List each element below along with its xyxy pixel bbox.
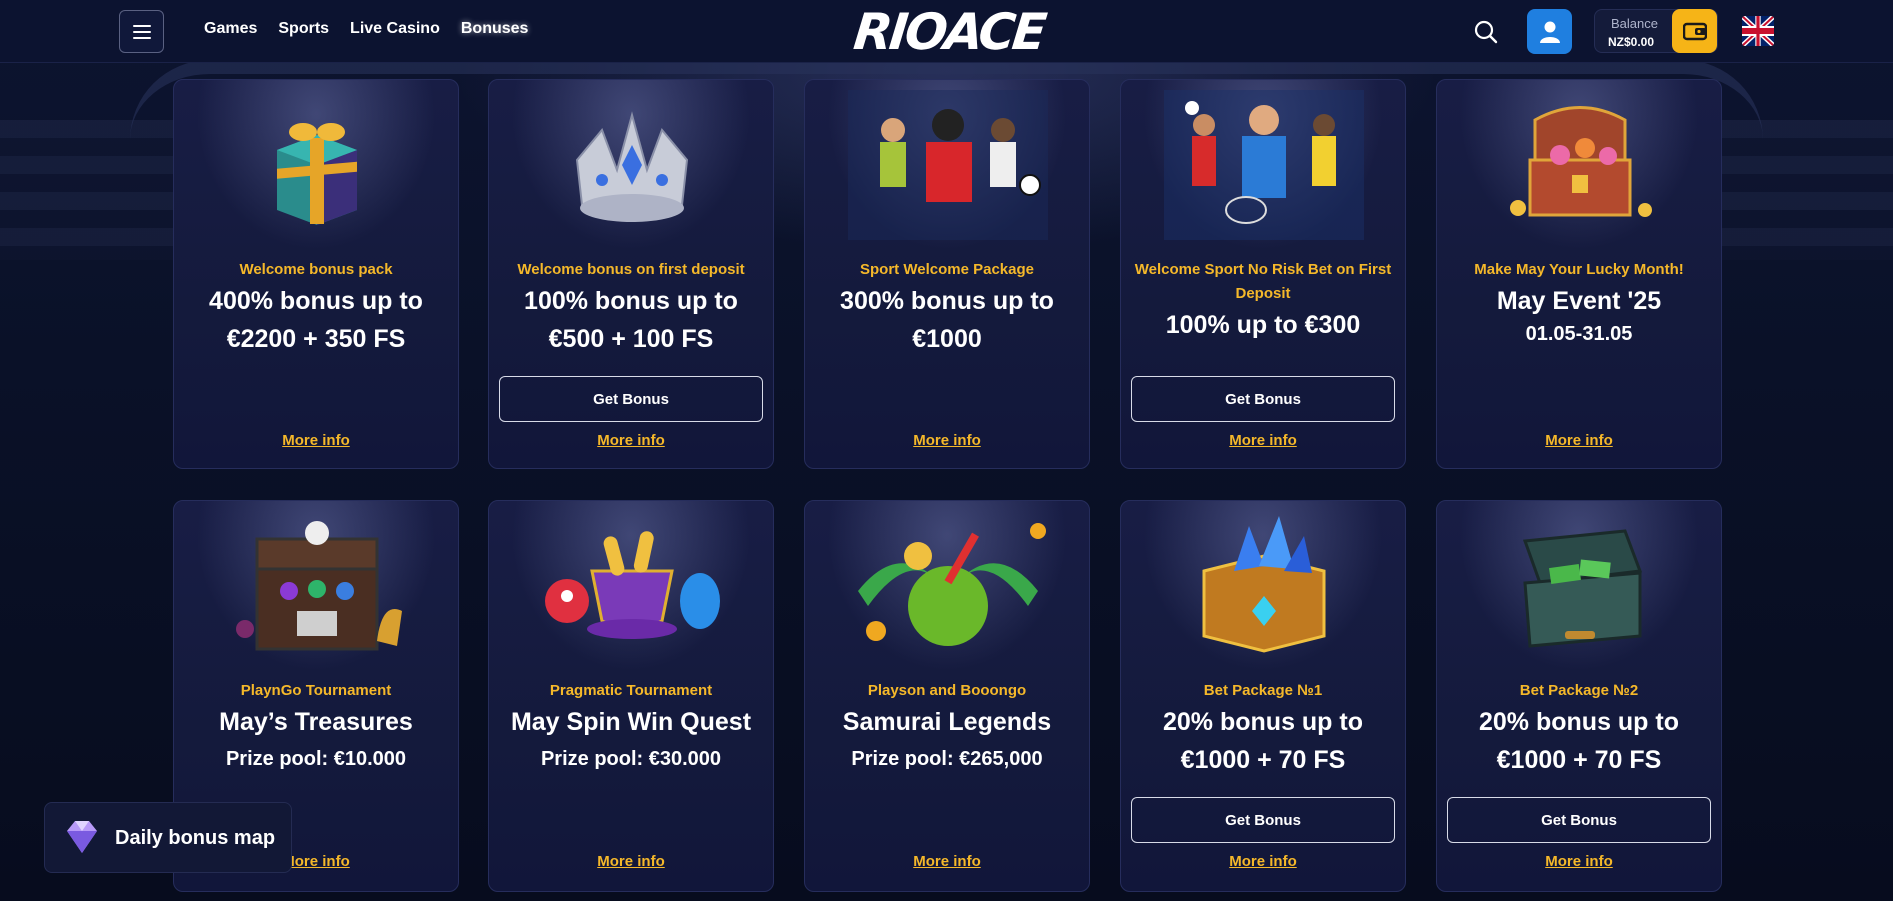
- card-category: Playson and Booongo: [867, 682, 1027, 699]
- bonus-card: Welcome Sport No Risk Bet on First Depos…: [1120, 79, 1406, 469]
- search-icon[interactable]: [1473, 19, 1499, 45]
- bonus-card: Bet Package №1 20% bonus up to €1000 + 7…: [1120, 500, 1406, 892]
- more-info-link[interactable]: More info: [489, 853, 773, 870]
- more-info-link[interactable]: More info: [805, 853, 1089, 870]
- more-info-link[interactable]: More info: [805, 432, 1089, 449]
- bonus-card: Welcome bonus on first deposit 100% bonu…: [488, 79, 774, 469]
- bonus-card: Playson and Booongo Samurai Legends Priz…: [804, 500, 1090, 892]
- sport-athletes-icon: [1164, 90, 1364, 240]
- diamond-icon: [67, 821, 97, 853]
- card-title: 400% bonus up to €2200 + 350 FS: [209, 287, 423, 353]
- treasure-chest-icon: [1510, 106, 1652, 217]
- card-subtitle: 01.05-31.05: [1525, 323, 1633, 345]
- menu-line: [132, 30, 151, 33]
- more-info-link[interactable]: More info: [1121, 853, 1405, 870]
- daily-bonus-map-label: Daily bonus map: [115, 827, 276, 849]
- bonus-card: Pragmatic Tournament May Spin Win Quest …: [488, 500, 774, 892]
- crown-icon: [575, 111, 689, 222]
- logo-text: RIOACE: [851, 3, 1047, 61]
- more-info-link[interactable]: More info: [1437, 853, 1721, 870]
- wallet-icon: [1682, 22, 1707, 41]
- user-icon: [1539, 21, 1560, 43]
- nav-games[interactable]: Games: [204, 20, 257, 38]
- get-bonus-button[interactable]: Get Bonus: [1131, 376, 1395, 422]
- card-title: May Spin Win Quest: [510, 708, 752, 736]
- money-case-icon: [1522, 529, 1643, 648]
- card-title: May Event '25: [1496, 287, 1662, 315]
- gift-box-icon: [277, 123, 357, 225]
- get-bonus-button[interactable]: Get Bonus: [1131, 797, 1395, 843]
- sport-players-icon: [848, 90, 1048, 240]
- menu-line: [132, 24, 151, 27]
- main-nav: Games Sports Live Casino Bonuses: [204, 20, 528, 38]
- candy-cup-icon: [545, 531, 720, 639]
- card-title: 300% bonus up to €1000: [840, 287, 1054, 353]
- nav-sports[interactable]: Sports: [278, 20, 329, 38]
- card-category: Bet Package №1: [1203, 682, 1323, 699]
- card-category: PlaynGo Tournament: [240, 682, 392, 699]
- hamburger-menu-button[interactable]: [119, 10, 164, 53]
- site-logo[interactable]: RIOACE: [851, 3, 1047, 61]
- card-subtitle: Prize pool: €10.000: [225, 748, 407, 770]
- card-category: Sport Welcome Package: [860, 261, 1034, 278]
- more-info-link[interactable]: More info: [174, 432, 458, 449]
- bonus-card: Make May Your Lucky Month! May Event '25…: [1436, 79, 1722, 469]
- card-category: Welcome bonus on first deposit: [517, 261, 745, 278]
- balance-value: NZ$0.00: [1608, 35, 1655, 49]
- get-bonus-button[interactable]: Get Bonus: [1447, 797, 1711, 843]
- card-subtitle: Prize pool: €265,000: [851, 748, 1043, 770]
- card-title: Samurai Legends: [842, 708, 1052, 736]
- card-title: 20% bonus up to €1000 + 70 FS: [1163, 708, 1363, 774]
- bonus-card: Bet Package №2 20% bonus up to €1000 + 7…: [1436, 500, 1722, 892]
- bonus-card: Welcome bonus pack 400% bonus up to €220…: [173, 79, 459, 469]
- more-info-link[interactable]: More info: [1121, 432, 1405, 449]
- bonus-card: Sport Welcome Package 300% bonus up to €…: [804, 79, 1090, 469]
- nav-live-casino[interactable]: Live Casino: [350, 20, 440, 38]
- more-info-link[interactable]: More info: [489, 432, 773, 449]
- top-header: Games Sports Live Casino Bonuses RIOACE …: [0, 0, 1893, 63]
- user-account-button[interactable]: [1527, 9, 1572, 54]
- uk-flag-icon[interactable]: [1742, 16, 1774, 46]
- card-category: Welcome bonus pack: [239, 261, 393, 278]
- coconut-cocktail-icon: [858, 523, 1046, 646]
- stairs-left-decoration: [0, 120, 180, 260]
- balance-label: Balance: [1611, 16, 1658, 31]
- card-category: Make May Your Lucky Month!: [1474, 261, 1684, 278]
- card-category: Welcome Sport No Risk Bet on First Depos…: [1134, 261, 1392, 302]
- wallet-button[interactable]: [1672, 9, 1717, 53]
- daily-bonus-map-widget[interactable]: Daily bonus map: [44, 802, 292, 873]
- card-subtitle: Prize pool: €30.000: [540, 748, 722, 770]
- card-category: Pragmatic Tournament: [549, 682, 713, 699]
- menu-line: [132, 36, 151, 39]
- card-title: 100% up to €300: [1165, 311, 1361, 339]
- crystal-chest-icon: [1202, 516, 1326, 653]
- card-title: 20% bonus up to €1000 + 70 FS: [1479, 708, 1679, 774]
- card-category: Bet Package №2: [1519, 682, 1639, 699]
- card-title: 100% bonus up to €500 + 100 FS: [524, 287, 738, 353]
- get-bonus-button[interactable]: Get Bonus: [499, 376, 763, 422]
- card-title: May’s Treasures: [219, 708, 413, 736]
- stairs-right-decoration: [1713, 120, 1893, 260]
- more-info-link[interactable]: More info: [1437, 432, 1721, 449]
- nav-bonuses[interactable]: Bonuses: [461, 20, 529, 38]
- skull-chest-icon: [236, 521, 402, 651]
